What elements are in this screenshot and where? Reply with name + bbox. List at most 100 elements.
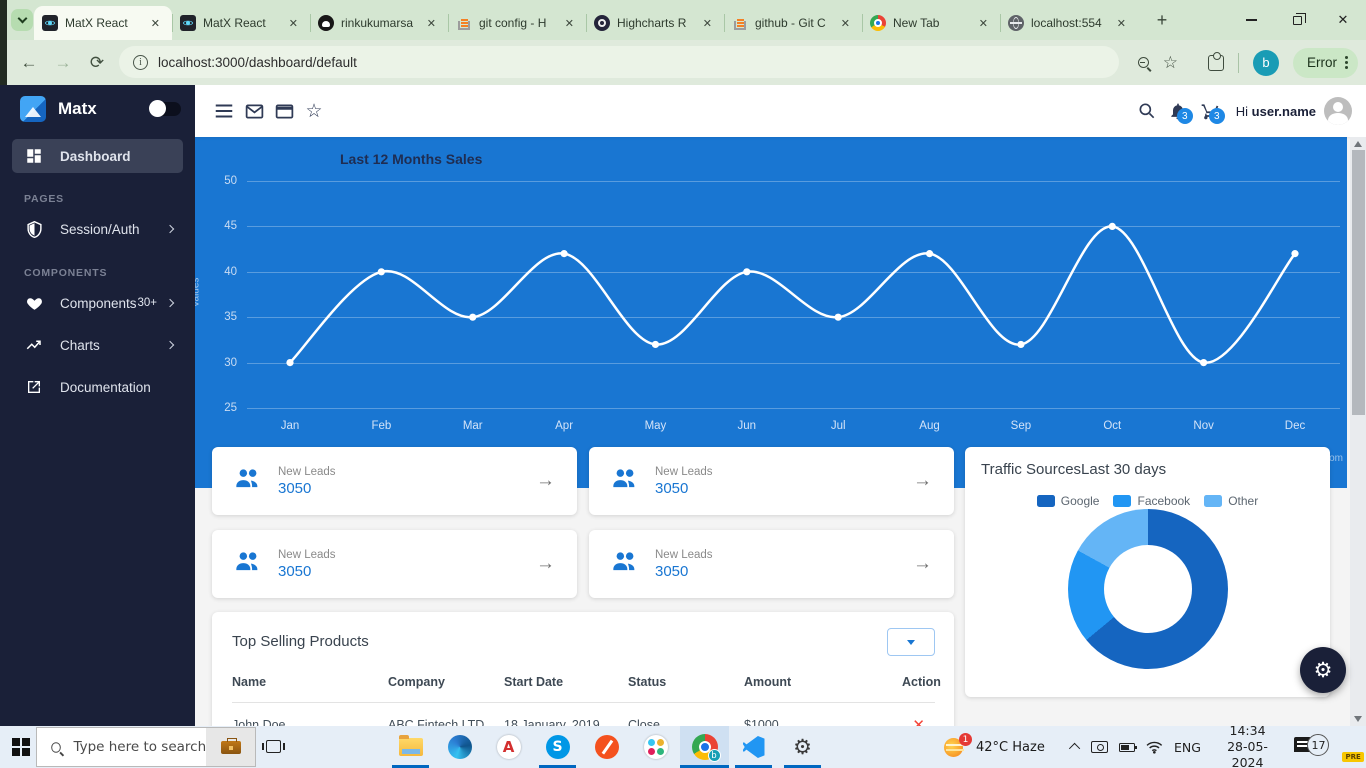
arrow-right-icon[interactable]: → <box>913 553 932 575</box>
page-scrollbar[interactable] <box>1350 137 1366 726</box>
browser-profile-avatar[interactable]: b <box>1253 50 1279 76</box>
wifi-icon[interactable] <box>1146 741 1163 754</box>
taskbar-app-app-orange[interactable] <box>582 726 631 768</box>
time: 14:34 <box>1230 723 1266 738</box>
table-header-status: Status <box>628 675 744 689</box>
tray-expand-icon[interactable] <box>1069 743 1080 754</box>
star-icon[interactable]: ☆ <box>299 100 329 123</box>
start-button[interactable] <box>12 738 30 756</box>
cast-icon[interactable] <box>1091 741 1108 753</box>
search-icon[interactable] <box>1132 101 1162 121</box>
error-menu-button[interactable]: Error <box>1293 48 1358 78</box>
sidebar-item-dashboard[interactable]: Dashboard <box>12 139 183 173</box>
tab-close-icon[interactable]: ✕ <box>837 15 854 32</box>
taskbar-app-settings[interactable]: ⚙ <box>778 726 827 768</box>
arrow-right-icon[interactable]: → <box>913 470 932 492</box>
new-leads-card[interactable]: New Leads3050→ <box>212 530 577 598</box>
arrow-right-icon[interactable]: → <box>536 470 555 492</box>
taskbar-app-app-pinwheel[interactable] <box>631 726 680 768</box>
menu-icon[interactable] <box>209 100 239 122</box>
battery-icon[interactable] <box>1119 743 1136 752</box>
cart-button[interactable]: 3 <box>1194 101 1226 121</box>
copilot-preview-button[interactable]: PRE <box>1340 734 1366 760</box>
browser-tab[interactable]: MatX React✕ <box>34 6 172 40</box>
table-cell: Close <box>628 718 744 727</box>
file-explorer-icon <box>399 738 423 756</box>
new-leads-card[interactable]: New Leads3050→ <box>212 447 577 515</box>
delete-icon[interactable]: ✕ <box>912 717 925 727</box>
new-tab-button[interactable]: + <box>1150 8 1174 32</box>
browser-tab[interactable]: New Tab✕ <box>862 6 1000 40</box>
mail-icon[interactable] <box>239 101 269 122</box>
taskbar-app-edge[interactable] <box>435 726 484 768</box>
language-indicator[interactable]: ENG <box>1174 740 1201 755</box>
dashboard-app: Matx DashboardPAGESSession/AuthCOMPONENT… <box>0 85 1366 726</box>
weather-text: 42°C Haze <box>976 740 1045 755</box>
tab-close-icon[interactable]: ✕ <box>285 15 302 32</box>
table-row: John DoeABC Fintech LTD.18 January, 2019… <box>232 703 935 726</box>
table-filter-dropdown[interactable] <box>887 628 935 656</box>
tab-search-button[interactable] <box>11 9 33 31</box>
new-leads-card[interactable]: New Leads3050→ <box>589 530 954 598</box>
back-button[interactable]: ← <box>12 53 46 73</box>
taskbar-search[interactable]: Type here to search <box>36 727 256 767</box>
zoom-out-icon[interactable] <box>1138 57 1149 68</box>
bookmark-star-icon[interactable]: ☆ <box>1163 53 1178 73</box>
scroll-up-arrow[interactable] <box>1354 141 1362 147</box>
address-bar[interactable]: localhost:3000/dashboard/default <box>119 46 1119 78</box>
tab-close-icon[interactable]: ✕ <box>699 15 716 32</box>
clock[interactable]: 14:3428-05-2024 <box>1212 723 1283 768</box>
brand-name: Matx <box>58 99 151 119</box>
new-leads-card[interactable]: New Leads3050→ <box>589 447 954 515</box>
taskbar-app-chrome[interactable]: b <box>680 726 729 768</box>
minimize-button[interactable] <box>1228 0 1274 40</box>
web-asset-icon[interactable] <box>269 101 299 122</box>
extensions-icon[interactable] <box>1208 55 1224 71</box>
sidebar-item-documentation[interactable]: Documentation <box>12 369 183 405</box>
scroll-down-arrow[interactable] <box>1354 716 1362 722</box>
search-highlight-button[interactable] <box>206 728 255 766</box>
weather-widget[interactable]: 1 42°C Haze <box>944 726 1045 768</box>
taskbar-app-file-explorer[interactable] <box>386 726 435 768</box>
browser-tab[interactable]: localhost:554✕ <box>1000 6 1138 40</box>
close-button[interactable]: ✕ <box>1320 0 1366 40</box>
forward-button[interactable]: → <box>46 53 80 73</box>
notification-badge: 3 <box>1177 108 1193 124</box>
notification-count: 17 <box>1307 734 1329 756</box>
settings-fab[interactable]: ⚙ <box>1300 647 1346 693</box>
browser-tab[interactable]: MatX React✕ <box>172 6 310 40</box>
tab-close-icon[interactable]: ✕ <box>1113 15 1130 32</box>
browser-tab[interactable]: rinkukumarsa✕ <box>310 6 448 40</box>
sidebar-item-charts[interactable]: Charts <box>12 327 183 363</box>
card-texts: New Leads3050 <box>278 466 536 497</box>
reload-button[interactable]: ⟳ <box>80 53 114 73</box>
browser-tab[interactable]: git config - H✕ <box>448 6 586 40</box>
browser-tab[interactable]: github - Git C✕ <box>724 6 862 40</box>
taskbar-app-vscode[interactable] <box>729 726 778 768</box>
card-value: 3050 <box>655 480 913 497</box>
sidebar-item-session-auth[interactable]: Session/Auth <box>12 211 183 247</box>
site-info-icon[interactable] <box>133 55 148 70</box>
tab-close-icon[interactable]: ✕ <box>975 15 992 32</box>
task-view-button[interactable] <box>262 735 286 759</box>
legend-item-google: Google <box>1037 494 1100 508</box>
tab-close-icon[interactable]: ✕ <box>561 15 578 32</box>
arrow-right-icon[interactable]: → <box>536 553 555 575</box>
table-card-header: Top Selling Products <box>232 628 935 656</box>
tab-label: MatX React <box>65 16 147 30</box>
scrollbar-thumb[interactable] <box>1352 150 1365 415</box>
maximize-button[interactable] <box>1274 0 1320 40</box>
notification-center-button[interactable]: 17 <box>1294 734 1329 760</box>
sidebar-toggle[interactable] <box>151 102 181 116</box>
notifications-button[interactable]: 3 <box>1162 101 1194 121</box>
sidebar-item-components[interactable]: Components30+ <box>12 285 183 321</box>
taskbar-app-skype[interactable]: S <box>533 726 582 768</box>
user-avatar[interactable] <box>1324 97 1352 125</box>
browser-tab[interactable]: Highcharts R✕ <box>586 6 724 40</box>
tab-close-icon[interactable]: ✕ <box>147 15 164 32</box>
github-icon <box>318 15 334 31</box>
taskbar-app-app-a[interactable]: A <box>484 726 533 768</box>
legend-label: Other <box>1228 494 1258 508</box>
group-icon <box>611 467 639 496</box>
tab-close-icon[interactable]: ✕ <box>423 15 440 32</box>
